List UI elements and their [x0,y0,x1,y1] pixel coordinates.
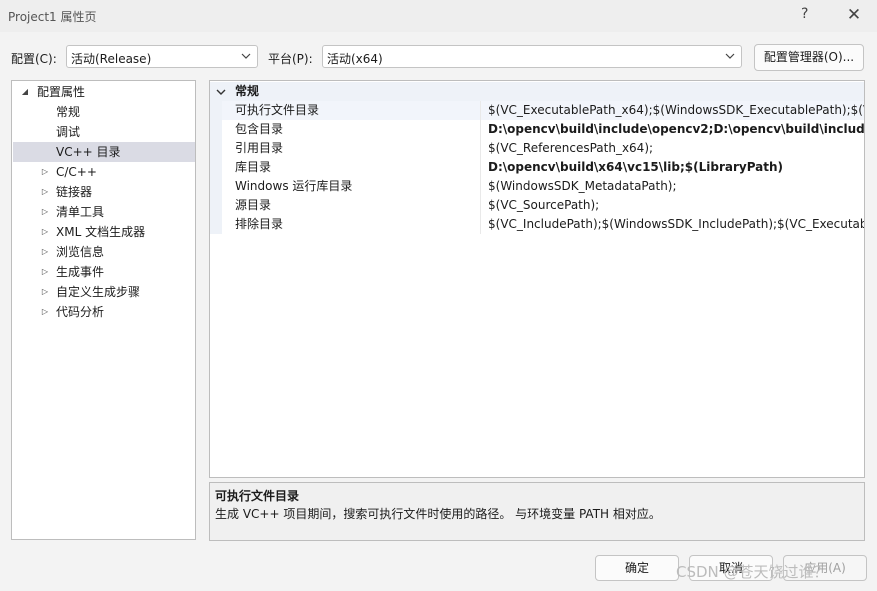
column-separator [480,101,481,120]
tree-item-label: 自定义生成步骤 [56,285,141,299]
expand-triangle-icon[interactable]: ▷ [39,242,51,262]
expand-triangle-icon[interactable]: ▷ [39,222,51,242]
tree-item-label: 浏览信息 [56,245,105,259]
description-panel: 可执行文件目录 生成 VC++ 项目期间，搜索可执行文件时使用的路径。 与环境变… [209,482,865,541]
property-name: 源目录 [235,198,272,212]
tree-item-label: 清单工具 [56,205,105,219]
tree-item-config-properties[interactable]: ◢ 配置属性 [12,82,195,102]
column-separator [480,120,481,139]
description-title: 可执行文件目录 [215,489,300,503]
property-tree: ◢ 配置属性 常规 调试 VC++ 目录 ▷ C/C++ ▷ 链接器 ▷ 清单工… [11,80,196,540]
window-title: Project1 属性页 [8,10,97,24]
property-name: 库目录 [235,160,272,174]
row-gutter [210,215,222,234]
ok-button[interactable]: 确定 [595,555,679,581]
tree-item-browse-info[interactable]: ▷ 浏览信息 [12,242,195,262]
title-bar [0,0,877,32]
grid-section-label: 常规 [235,84,260,98]
tree-item-label: 常规 [56,105,81,119]
tree-item-manifest-tool[interactable]: ▷ 清单工具 [12,202,195,222]
row-gutter [210,101,222,120]
tree-item-build-events[interactable]: ▷ 生成事件 [12,262,195,282]
tree-item-xml-doc-generator[interactable]: ▷ XML 文档生成器 [12,222,195,242]
grid-row-executable-dirs[interactable]: 可执行文件目录 $(VC_ExecutablePath_x64);$(Windo… [210,101,864,120]
expand-triangle-icon[interactable]: ▷ [39,302,51,322]
property-name: 可执行文件目录 [235,103,320,117]
property-value[interactable]: $(VC_ExecutablePath_x64);$(WindowsSDK_Ex… [488,101,864,120]
property-value[interactable]: $(VC_ReferencesPath_x64); [488,139,653,158]
grid-row-include-dirs[interactable]: 包含目录 D:\opencv\build\include\opencv2;D:\… [210,120,864,139]
grid-row-winrt-dirs[interactable]: Windows 运行库目录 $(WindowsSDK_MetadataPath)… [210,177,864,196]
collapse-triangle-icon[interactable]: ◢ [19,82,31,102]
chevron-down-icon [725,53,735,59]
row-gutter [210,196,222,215]
row-gutter [210,158,222,177]
row-gutter [210,120,222,139]
property-value[interactable]: $(WindowsSDK_MetadataPath); [488,177,677,196]
tree-item-code-analysis[interactable]: ▷ 代码分析 [12,302,195,322]
property-name: 排除目录 [235,217,284,231]
expand-triangle-icon[interactable]: ▷ [39,202,51,222]
grid-section-header[interactable]: 常规 [210,82,864,101]
column-separator [480,177,481,196]
chevron-down-icon [241,53,251,59]
column-separator [480,215,481,234]
close-button[interactable]: ✕ [842,2,866,28]
expand-triangle-icon[interactable]: ▷ [39,282,51,302]
row-gutter [210,177,222,196]
expand-triangle-icon[interactable]: ▷ [39,162,51,182]
tree-item-label: C/C++ [56,165,97,179]
tree-item-label: 调试 [56,125,81,139]
chevron-down-icon[interactable] [216,87,226,97]
tree-item-label: 链接器 [56,185,93,199]
property-value[interactable]: D:\opencv\build\include\opencv2;D:\openc… [488,120,864,139]
property-grid: 常规 可执行文件目录 $(VC_ExecutablePath_x64);$(Wi… [209,80,865,478]
column-separator [480,158,481,177]
property-name: 包含目录 [235,122,284,136]
property-name: 引用目录 [235,141,284,155]
row-gutter [210,139,222,158]
config-select-value: 活动(Release) [71,52,152,66]
description-text: 生成 VC++ 项目期间，搜索可执行文件时使用的路径。 与环境变量 PATH 相… [215,507,661,521]
expand-triangle-icon[interactable]: ▷ [39,262,51,282]
property-value[interactable]: D:\opencv\build\x64\vc15\lib;$(LibraryPa… [488,158,783,177]
watermark: CSDN @苍天饶过谁？ [676,563,829,581]
column-separator [480,196,481,215]
tree-item-c-cpp[interactable]: ▷ C/C++ [12,162,195,182]
tree-item-label: XML 文档生成器 [56,225,146,239]
property-name: Windows 运行库目录 [235,179,353,193]
platform-select-value: 活动(x64) [327,52,383,66]
config-manager-button[interactable]: 配置管理器(O)... [754,44,864,71]
platform-label: 平台(P): [268,52,313,66]
grid-row-reference-dirs[interactable]: 引用目录 $(VC_ReferencesPath_x64); [210,139,864,158]
grid-row-exclude-dirs[interactable]: 排除目录 $(VC_IncludePath);$(WindowsSDK_Incl… [210,215,864,234]
tree-item-debugging[interactable]: 调试 [12,122,195,142]
tree-item-linker[interactable]: ▷ 链接器 [12,182,195,202]
grid-row-source-dirs[interactable]: 源目录 $(VC_SourcePath); [210,196,864,215]
tree-item-label: 生成事件 [56,265,105,279]
tree-item-general[interactable]: 常规 [12,102,195,122]
config-select[interactable]: 活动(Release) [66,45,258,68]
platform-select[interactable]: 活动(x64) [322,45,742,68]
tree-item-label: 配置属性 [37,85,86,99]
help-button[interactable]: ? [801,6,808,22]
property-value[interactable]: $(VC_SourcePath); [488,196,599,215]
property-value[interactable]: $(VC_IncludePath);$(WindowsSDK_IncludePa… [488,215,864,234]
tree-item-label: 代码分析 [56,305,105,319]
tree-item-label: VC++ 目录 [56,145,121,159]
column-separator [480,139,481,158]
tree-item-custom-build-step[interactable]: ▷ 自定义生成步骤 [12,282,195,302]
expand-triangle-icon[interactable]: ▷ [39,182,51,202]
grid-row-library-dirs[interactable]: 库目录 D:\opencv\build\x64\vc15\lib;$(Libra… [210,158,864,177]
config-label: 配置(C): [11,52,57,66]
tree-item-vc-directories[interactable]: VC++ 目录 [13,142,195,162]
